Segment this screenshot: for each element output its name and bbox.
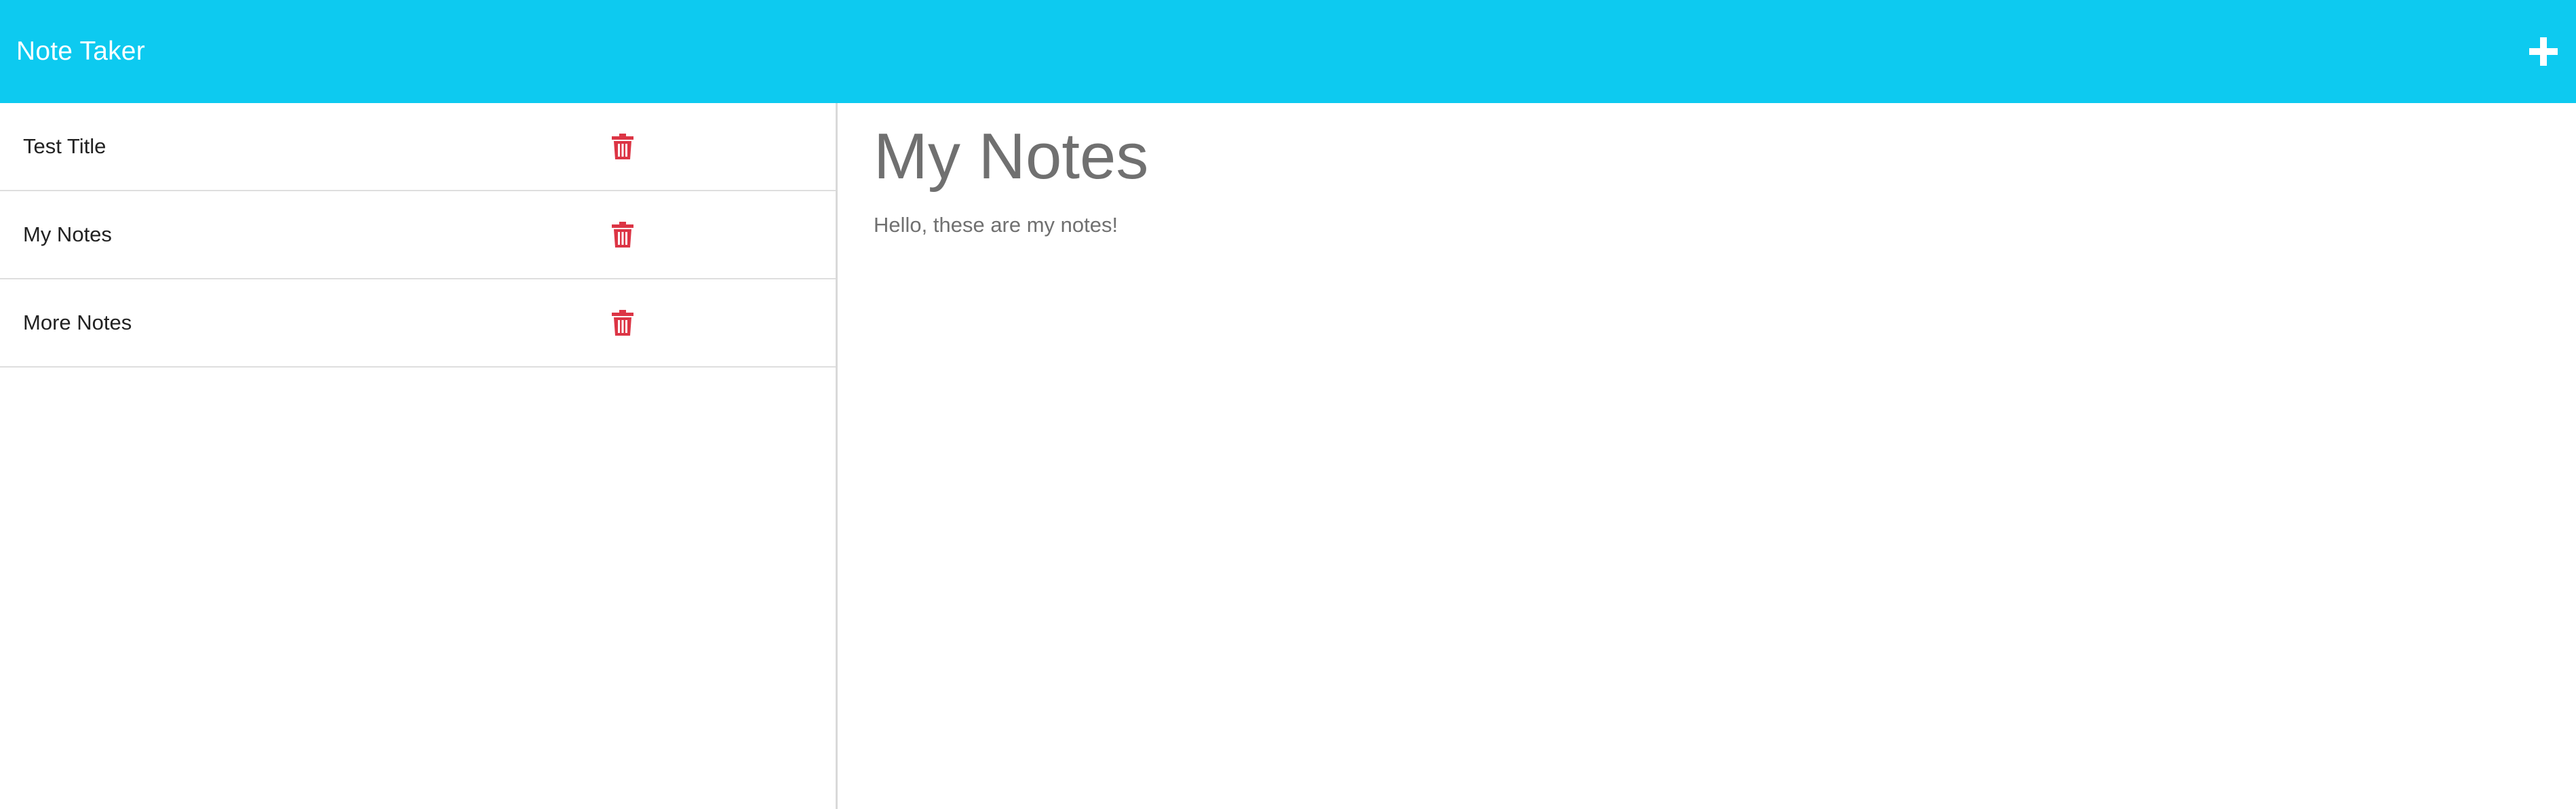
new-note-button[interactable] [2527,35,2560,68]
plus-icon [2529,37,2558,66]
note-list-title: My Notes [23,222,112,246]
note-list-title: Test Title [23,134,106,158]
trash-icon [612,222,633,248]
delete-note-button[interactable] [612,222,633,248]
note-text[interactable]: Hello, these are my notes! [874,213,1118,237]
trash-icon [612,310,633,336]
note-list-title: More Notes [23,311,132,334]
app-title[interactable]: Note Taker [16,37,145,66]
delete-note-button[interactable] [612,134,633,159]
list-item[interactable]: My Notes [0,191,836,279]
trash-icon [612,134,633,159]
note-list: Test Title My Notes More Notes [0,103,838,809]
note-title[interactable]: My Notes [874,119,1148,194]
list-item[interactable]: More Notes [0,279,836,368]
list-item[interactable]: Test Title [0,103,836,191]
navbar: Note Taker [0,0,2576,103]
note-viewer: My Notes Hello, these are my notes! [840,103,2576,809]
delete-note-button[interactable] [612,310,633,336]
